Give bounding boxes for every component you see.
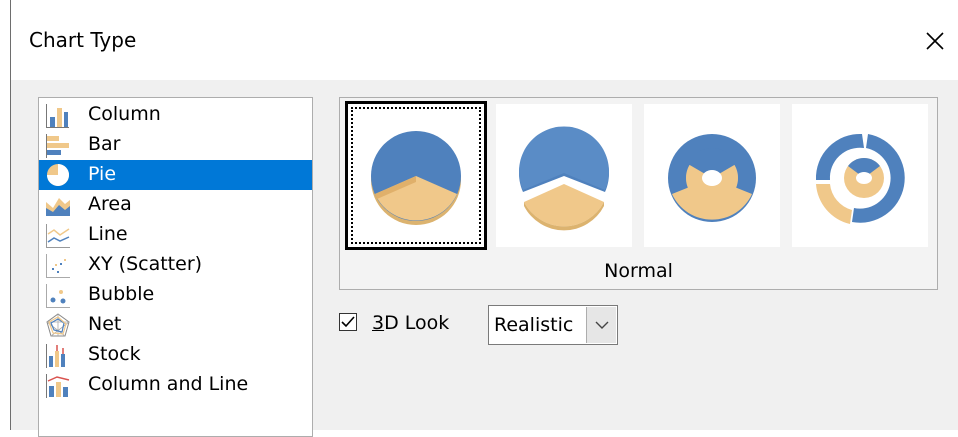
close-button[interactable] (918, 24, 952, 58)
chart-type-line[interactable]: Line (39, 220, 312, 250)
chart-type-bubble[interactable]: Bubble (39, 280, 312, 310)
variant-normal-pie[interactable] (345, 101, 487, 250)
normal-pie-icon (371, 131, 461, 225)
net-chart-icon (46, 313, 70, 337)
chart-type-stock[interactable]: Stock (39, 340, 312, 370)
line-chart-icon (46, 224, 70, 248)
chart-type-label: Area (88, 193, 132, 215)
chart-type-net[interactable]: Net (39, 310, 312, 340)
chart-type-area[interactable]: Area (39, 190, 312, 220)
3d-style-select[interactable]: Realistic (488, 305, 618, 345)
chart-type-list[interactable]: Column Bar Pie Area Line XY (Scatter) Bu… (38, 97, 313, 437)
chart-type-label: Bubble (88, 283, 155, 305)
column-chart-icon (46, 104, 69, 128)
title-bar (11, 0, 958, 80)
3d-look-checkbox[interactable] (339, 313, 357, 331)
chart-type-label: Net (88, 313, 122, 335)
bar-chart-icon (46, 134, 69, 158)
chart-type-label: Stock (88, 343, 141, 365)
area-chart-icon (46, 198, 70, 216)
variant-exploded-donut[interactable] (792, 104, 928, 247)
stock-chart-icon (46, 344, 65, 368)
chart-type-column-and-line[interactable]: Column and Line (39, 370, 312, 400)
variant-name-label: Normal (604, 260, 673, 282)
3d-look-label: 3D Look (372, 312, 449, 334)
pie-chart-icon (47, 164, 69, 186)
3d-look-accelerator: 3 (372, 312, 385, 334)
chevron-down-icon (595, 321, 608, 329)
chart-type-label: XY (Scatter) (88, 253, 203, 275)
dialog-title: Chart Type (29, 28, 137, 52)
exploded-donut-icon (815, 133, 905, 224)
chart-type-label: Column (88, 103, 161, 125)
3d-style-value: Realistic (494, 314, 574, 336)
3d-look-text: D Look (384, 312, 450, 334)
chart-type-label: Column and Line (88, 373, 249, 395)
variant-donut[interactable] (644, 104, 780, 247)
column-and-line-chart-icon (46, 374, 70, 398)
chart-type-label: Line (88, 223, 128, 245)
close-icon (926, 32, 944, 50)
chart-type-pie[interactable]: Pie (39, 160, 312, 190)
chart-type-column[interactable]: Column (39, 100, 312, 130)
chart-type-label: Bar (88, 133, 121, 155)
scatter-chart-icon (46, 254, 70, 278)
checkmark-icon (341, 316, 355, 328)
exploded-pie-icon (519, 126, 609, 231)
donut-icon (668, 134, 756, 222)
bubble-chart-icon (46, 284, 70, 308)
chart-type-bar[interactable]: Bar (39, 130, 312, 160)
dropdown-button[interactable] (586, 307, 616, 343)
chart-type-label: Pie (88, 163, 117, 185)
variant-exploded-pie[interactable] (496, 104, 632, 247)
chart-type-scatter[interactable]: XY (Scatter) (39, 250, 312, 280)
